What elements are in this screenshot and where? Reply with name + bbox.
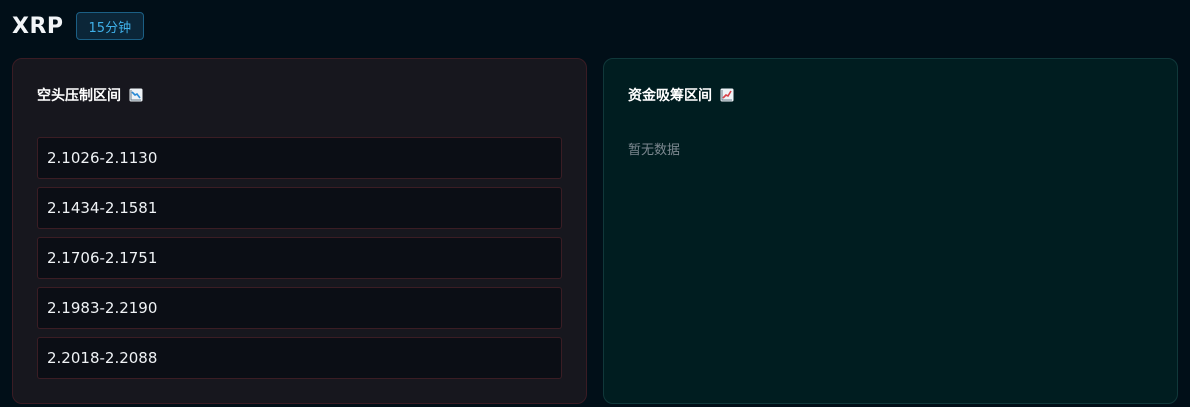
bull-zone-panel: 资金吸筹区间 暂无数据 xyxy=(603,58,1178,404)
zone-item: 2.2018-2.2088 xyxy=(37,337,562,379)
zone-item: 2.1026-2.1130 xyxy=(37,137,562,179)
chart-decreasing-icon xyxy=(129,88,143,102)
bear-zone-list: 2.1026-2.1130 2.1434-2.1581 2.1706-2.175… xyxy=(37,137,562,387)
bull-panel-title-text: 资金吸筹区间 xyxy=(628,88,712,104)
zone-item: 2.1434-2.1581 xyxy=(37,187,562,229)
empty-state-text: 暂无数据 xyxy=(628,143,681,158)
chart-increasing-icon xyxy=(720,88,734,102)
timeframe-badge[interactable]: 15分钟 xyxy=(75,12,145,40)
zone-item: 2.1706-2.1751 xyxy=(37,237,562,279)
coin-symbol: XRP xyxy=(12,13,64,39)
bear-zone-panel: 空头压制区间 2.1026-2.1130 2.1434-2.1581 2.170… xyxy=(12,58,587,404)
bull-panel-title: 资金吸筹区间 xyxy=(628,85,734,105)
bear-panel-title-text: 空头压制区间 xyxy=(37,88,121,104)
bear-panel-title: 空头压制区间 xyxy=(37,85,143,105)
zone-item: 2.1983-2.2190 xyxy=(37,287,562,329)
header: XRP 15分钟 xyxy=(12,10,145,42)
